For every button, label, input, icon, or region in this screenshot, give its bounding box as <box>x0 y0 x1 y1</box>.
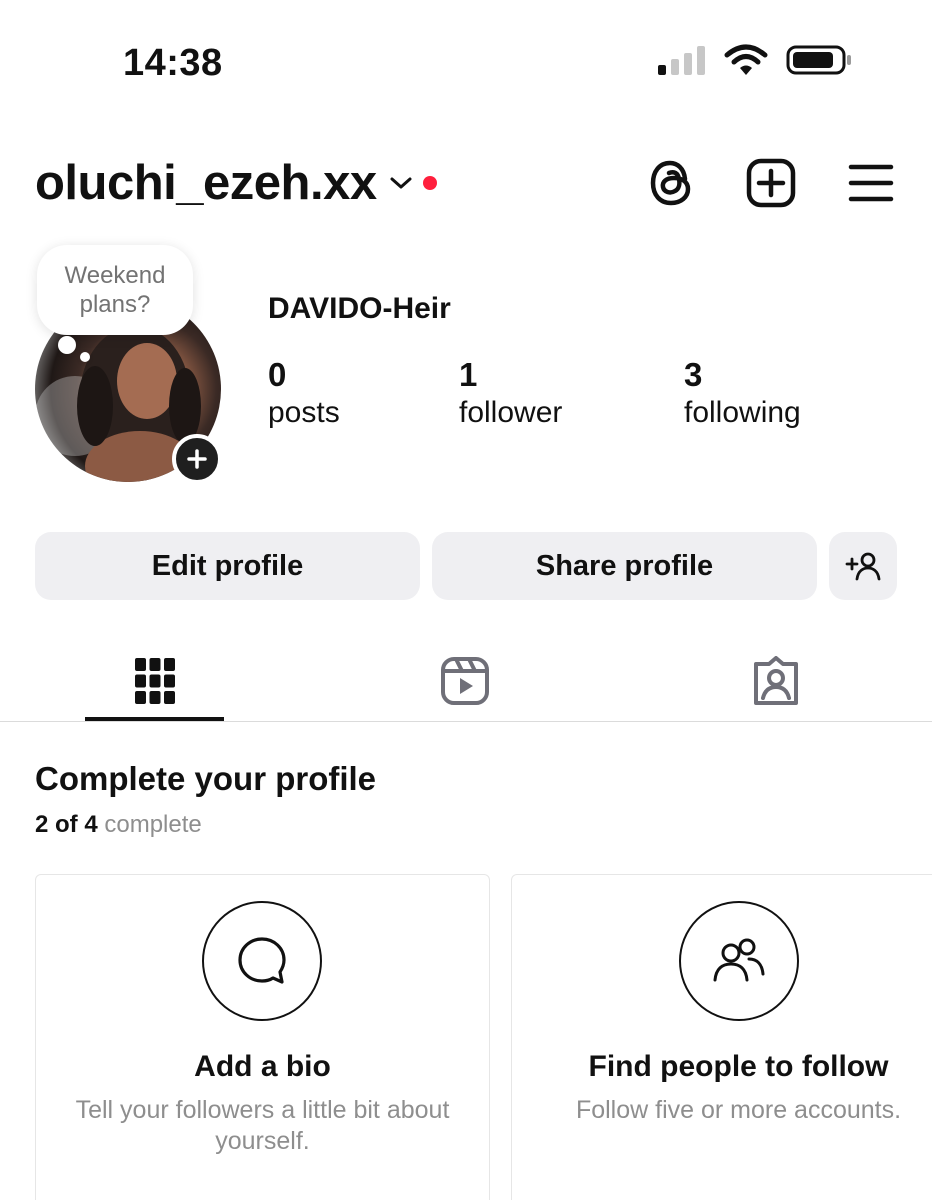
active-tab-indicator <box>85 717 224 721</box>
reels-icon <box>440 657 489 705</box>
username[interactable]: oluchi_ezeh.xx <box>35 155 377 211</box>
plus-icon <box>187 449 207 469</box>
create-post-icon[interactable] <box>746 158 796 208</box>
note-bubble-tail <box>58 336 76 354</box>
status-icons <box>658 44 852 76</box>
stat-followers[interactable]: 1 follower <box>459 356 562 432</box>
tab-tagged[interactable] <box>706 640 845 722</box>
tab-posts-grid[interactable] <box>85 640 224 722</box>
profile-tabs <box>0 640 932 722</box>
people-icon <box>713 938 765 982</box>
header-actions <box>648 158 894 208</box>
discover-people-button[interactable] <box>829 532 897 600</box>
speech-bubble-icon <box>238 937 286 984</box>
card-icon-circle <box>202 901 322 1021</box>
tab-reels[interactable] <box>395 640 534 722</box>
profile-header: oluchi_ezeh.xx <box>35 150 894 216</box>
notification-dot <box>422 176 437 190</box>
stat-followers-label: follower <box>459 396 563 429</box>
note-bubble[interactable]: Weekend plans? <box>37 245 193 335</box>
card-title: Find people to follow <box>588 1050 889 1083</box>
stat-following-count: 3 <box>684 356 703 393</box>
progress-count: 2 of 4 <box>35 811 98 838</box>
card-title: Add a bio <box>194 1050 331 1083</box>
add-story-button[interactable] <box>172 434 222 484</box>
stat-posts[interactable]: 0 posts <box>268 356 340 432</box>
stat-following[interactable]: 3 following <box>684 356 801 432</box>
complete-profile-title: Complete your profile <box>35 760 377 797</box>
grid-icon <box>134 658 175 704</box>
note-bubble-tail-small <box>80 352 90 362</box>
stat-followers-count: 1 <box>459 356 478 393</box>
stat-posts-count: 0 <box>268 356 287 393</box>
status-time: 14:38 <box>123 42 223 84</box>
edit-profile-button[interactable]: Edit profile <box>35 532 420 600</box>
stat-following-label: following <box>684 396 801 429</box>
display-name: DAVIDO-Heir <box>268 292 451 325</box>
card-description: Follow five or more accounts. <box>575 1096 902 1124</box>
cellular-signal-icon <box>658 46 705 75</box>
complete-profile-progress: 2 of 4 complete <box>35 811 202 839</box>
add-bio-card[interactable]: Add a bio Tell your followers a little b… <box>35 874 490 1200</box>
share-profile-button[interactable]: Share profile <box>432 532 817 600</box>
find-people-card[interactable]: Find people to follow Follow five or mor… <box>511 874 932 1200</box>
profile-screen: 14:38 oluchi_ezeh.xx Weekend plans? DAVI… <box>0 0 932 1200</box>
card-description: Tell your followers a little bit about y… <box>75 1096 450 1155</box>
wifi-icon <box>724 44 768 75</box>
tagged-icon <box>753 656 798 705</box>
menu-icon[interactable] <box>848 163 894 203</box>
card-icon-circle <box>679 901 799 1021</box>
battery-icon <box>786 45 851 75</box>
chevron-down-icon[interactable] <box>389 175 413 191</box>
add-person-icon <box>845 552 881 581</box>
note-text: Weekend plans? <box>64 262 166 318</box>
threads-icon[interactable] <box>648 159 694 207</box>
progress-suffix: complete <box>104 811 202 838</box>
stat-posts-label: posts <box>268 396 340 429</box>
